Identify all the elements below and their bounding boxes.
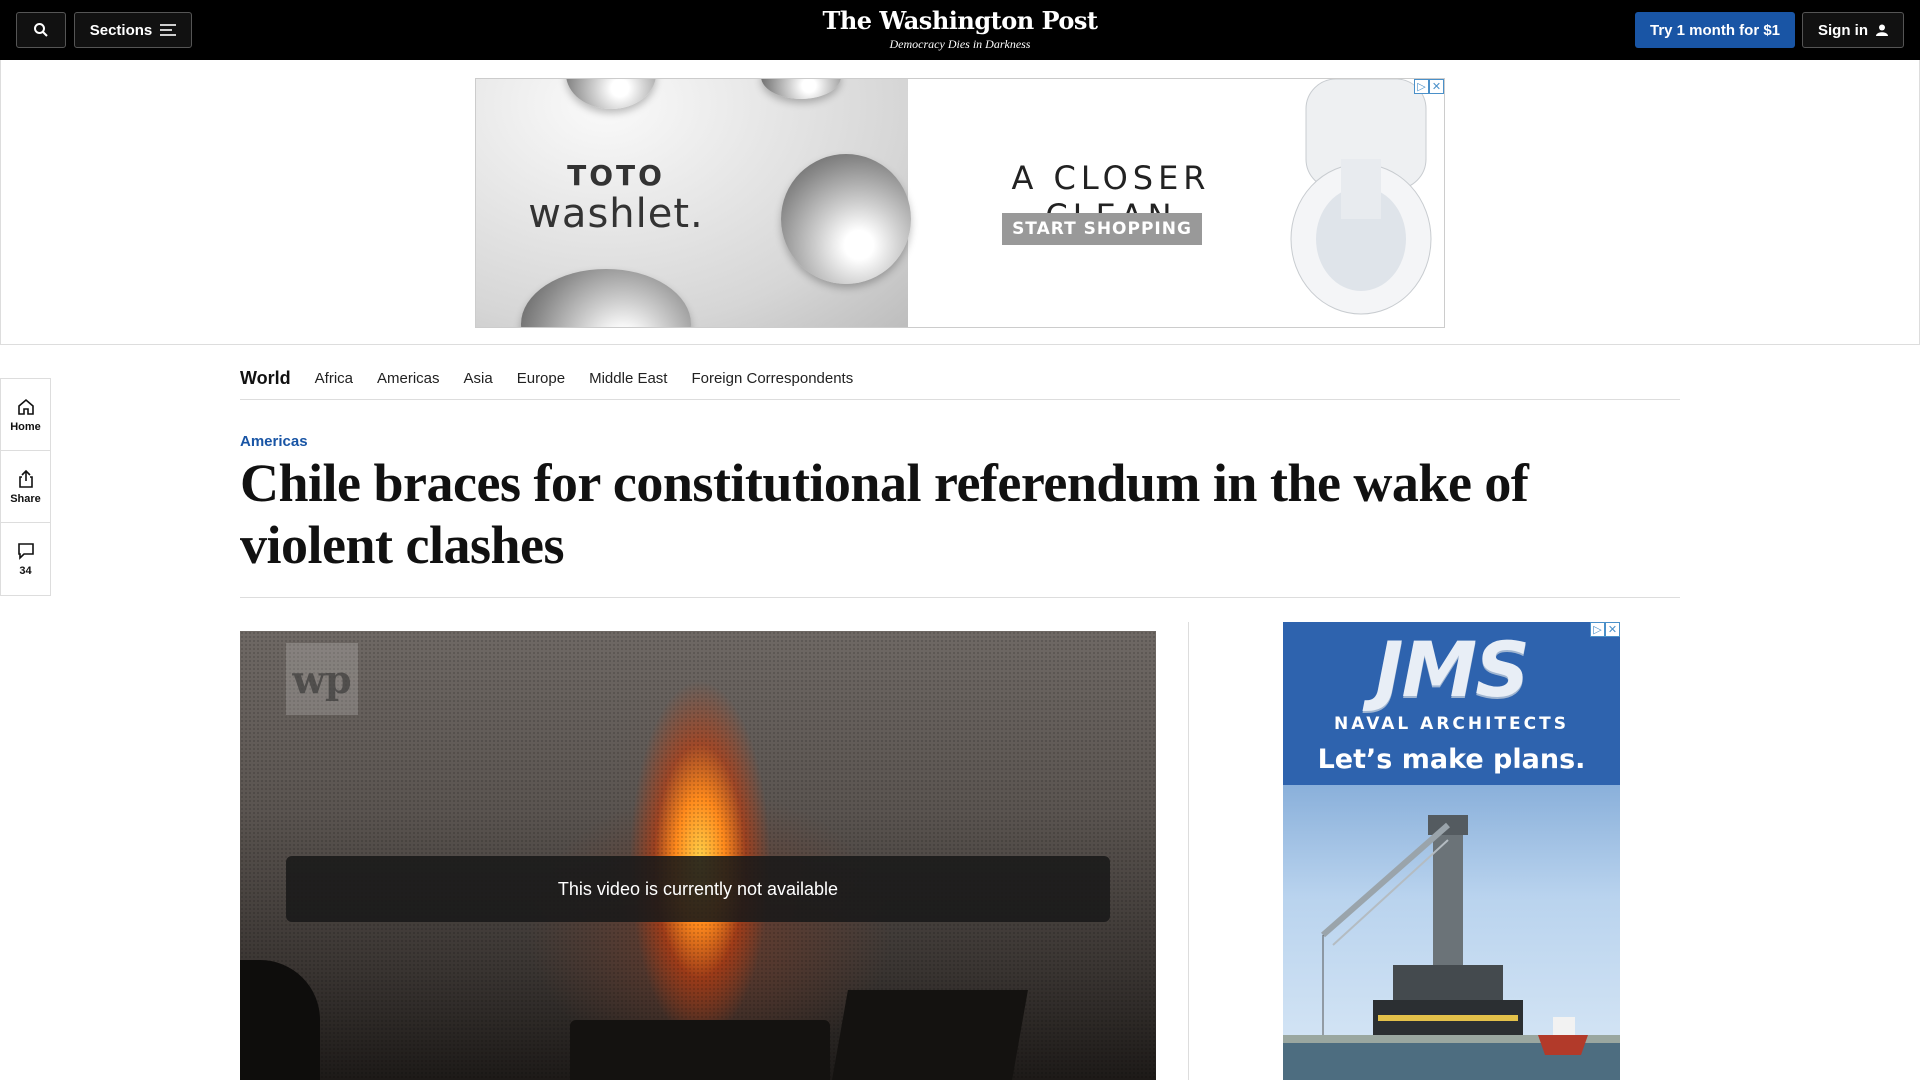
column-divider	[1188, 622, 1189, 1080]
ad-cta-button[interactable]: START SHOPPING	[1002, 213, 1202, 245]
subnav-link-europe[interactable]: Europe	[517, 370, 565, 387]
video-silhouette	[832, 990, 1028, 1080]
headline-divider	[240, 597, 1680, 598]
side-ad-tagline: Let’s make plans.	[1317, 744, 1586, 775]
comments-button[interactable]: 34	[1, 523, 50, 595]
wp-watermark: wp	[286, 643, 358, 715]
side-ad-choices[interactable]: ▷ ✕	[1590, 622, 1620, 637]
sign-in-label: Sign in	[1818, 21, 1868, 39]
subnav-link-asia[interactable]: Asia	[464, 370, 493, 387]
user-icon	[1876, 24, 1888, 36]
subnav-link-americas[interactable]: Americas	[377, 370, 440, 387]
ad-info-icon[interactable]: ▷	[1414, 79, 1429, 94]
article-kicker[interactable]: Americas	[240, 433, 308, 450]
subnav-link-middle-east[interactable]: Middle East	[589, 370, 667, 387]
home-icon	[17, 398, 34, 415]
crane-image	[1283, 815, 1620, 1080]
sign-in-button[interactable]: Sign in	[1802, 12, 1904, 48]
ad-image-water-drops: TOTO washlet.	[476, 79, 911, 327]
ad-choices[interactable]: ▷ ✕	[1414, 79, 1444, 94]
toilet-seat-image	[1290, 79, 1432, 315]
ad-info-icon[interactable]: ▷	[1590, 622, 1605, 637]
article-headline: Chile braces for constitutional referend…	[240, 453, 1529, 575]
comments-count: 34	[19, 565, 32, 577]
comment-icon	[17, 543, 34, 560]
home-label: Home	[10, 420, 41, 433]
share-button[interactable]: Share	[1, 451, 50, 523]
subnav-link-foreign-correspondents[interactable]: Foreign Correspondents	[691, 370, 853, 387]
ad-brand: TOTO washlet.	[516, 159, 716, 236]
share-rail: Home Share 34	[0, 378, 51, 596]
ad-brand-line1: TOTO	[567, 159, 665, 192]
ad-brand-line2: washlet.	[528, 191, 704, 237]
logo-text: The Washington Post	[822, 6, 1098, 35]
video-player[interactable]: wp This video is currently not available	[240, 631, 1156, 1080]
site-logo[interactable]: The Washington Post Democracy Dies in Da…	[0, 6, 1920, 52]
video-unavailable-message: This video is currently not available	[286, 856, 1110, 922]
side-ad-logo: JMS	[1375, 625, 1530, 714]
share-icon	[18, 469, 33, 488]
side-ad[interactable]: JMS NAVAL ARCHITECTS Let’s make plans. ▷…	[1283, 622, 1620, 1080]
section-nav: World Africa Americas Asia Europe Middle…	[240, 357, 1680, 400]
share-label: Share	[10, 492, 41, 505]
section-title[interactable]: World	[240, 368, 291, 389]
video-silhouette	[570, 1020, 830, 1080]
subnav-link-africa[interactable]: Africa	[315, 370, 353, 387]
logo-tagline: Democracy Dies in Darkness	[889, 37, 1031, 51]
side-ad-subtitle: NAVAL ARCHITECTS	[1334, 714, 1569, 734]
subscribe-button[interactable]: Try 1 month for $1	[1635, 12, 1795, 48]
site-header: Sections The Washington Post Democracy D…	[0, 0, 1920, 60]
home-button[interactable]: Home	[1, 379, 50, 451]
ad-close-icon[interactable]: ✕	[1429, 79, 1444, 94]
side-ad-header: JMS NAVAL ARCHITECTS Let’s make plans.	[1283, 622, 1620, 785]
ad-close-icon[interactable]: ✕	[1605, 622, 1620, 637]
top-ad[interactable]: TOTO washlet. A CLOSER CLEAN START SHOPP…	[475, 78, 1445, 328]
